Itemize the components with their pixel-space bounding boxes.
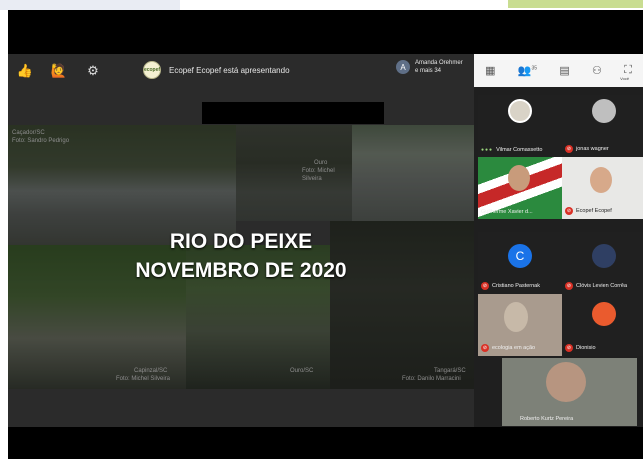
bottom-bar: [8, 427, 643, 459]
participant-face: [508, 165, 530, 191]
meeting-window: 👍 🙋 ⚙ ecopef Ecopef Ecopef está apresent…: [8, 10, 643, 459]
participant-video-tile[interactable]: ⊘ Ecopef Ecopef: [562, 157, 643, 219]
participant-name-text: Guilherme Xavier d...: [481, 209, 533, 215]
avatar: [592, 99, 616, 123]
participant-name: ⊘ ecologia em ação: [478, 344, 562, 352]
participant-name-text: Roberto Kurtz Pereira: [520, 416, 574, 422]
self-label: Você: [620, 76, 630, 81]
participant-name-text: Clóvis Levien Corrêa: [576, 283, 628, 289]
mic-off-icon: ⊘: [481, 344, 489, 352]
participant-face: [590, 167, 612, 193]
participant-face: [546, 362, 586, 402]
activities-glyph: ⚇: [592, 65, 602, 77]
participant-name-text: Ecopef Ecopef: [576, 208, 612, 214]
page-edge-decoration-left: [0, 0, 180, 10]
participant-face: [504, 302, 528, 332]
participant-name: ⊘ Dionisio: [562, 344, 643, 352]
speaking-indicator-icon: ●●●: [481, 147, 494, 153]
caption-location: Tangará/SC: [434, 368, 466, 374]
caption-credit: Foto: Sandro Pedrigo: [12, 138, 70, 144]
slide-title-line1: RIO DO PEIXE: [169, 230, 313, 253]
chat-glyph: ▤: [559, 65, 570, 77]
presenter-indicator: ecopef Ecopef Ecopef está apresentando: [143, 61, 290, 79]
participant-name: ●●● Vilmar Comassetto: [478, 147, 562, 153]
photo-caption: Foto: Michel Silveira: [116, 375, 170, 383]
participant-video-tile[interactable]: Guilherme Xavier d...: [478, 157, 562, 219]
shared-presentation: Caçador/SC Foto: Sandro Pedrigo Ouro Fot…: [8, 87, 474, 427]
page-edge-decoration-right: [508, 0, 643, 8]
mic-off-icon: ⊘: [565, 282, 573, 290]
thumbs-up-icon[interactable]: 👍: [8, 54, 42, 87]
participants-icon[interactable]: 👥35: [518, 64, 537, 77]
avatar: [592, 302, 616, 326]
caption-location: Ouro: [314, 160, 328, 166]
mic-off-icon: ⊘: [565, 145, 573, 153]
participant-name-text: Dionisio: [576, 345, 596, 351]
presenter-logo: ecopef: [143, 61, 161, 79]
meeting-toolbar: 👍 🙋 ⚙ ecopef Ecopef Ecopef está apresent…: [8, 54, 643, 87]
participant-tile[interactable]: ⊘ jonas wagner: [562, 95, 643, 157]
participant-name: Guilherme Xavier d...: [478, 209, 562, 215]
participant-name-text: jonas wagner: [576, 146, 609, 152]
avatar: C: [508, 244, 532, 268]
slide-title: RIO DO PEIXE NOVEMBRO DE 2020: [8, 227, 474, 285]
participants-glyph: 👥: [517, 65, 532, 77]
activities-icon[interactable]: ⚇: [592, 64, 602, 77]
photo-caption: Ouro: [314, 159, 327, 167]
fullscreen-icon[interactable]: ⛶ Você: [620, 64, 632, 81]
participant-name: ⊘ Cristiano Pasternak: [478, 282, 562, 290]
slide-title-line2: NOVEMBRO DE 2020: [135, 259, 347, 282]
mic-off-icon: ⊘: [481, 282, 489, 290]
participant-tile[interactable]: ⊘ Dionisio: [562, 294, 643, 356]
participant-video-tile[interactable]: ⊘ ecologia em ação: [478, 294, 562, 356]
river-photo-rocks: [352, 125, 474, 221]
toolbar-right-actions: ▦ 👥35 ▤ ⚇ ⛶ Você: [474, 54, 643, 87]
raise-hand-icon[interactable]: 🙋: [42, 54, 76, 87]
river-photo-ouro: Ouro Foto: Michel Silveira: [236, 125, 352, 221]
participant-name: ⊘ jonas wagner: [562, 145, 643, 153]
avatar: [508, 99, 532, 123]
participant-name: ⊘ Clóvis Levien Corrêa: [562, 282, 643, 290]
participant-name: Roberto Kurtz Pereira: [502, 416, 637, 422]
caption-credit: Foto: Michel Silveira: [116, 376, 171, 382]
participant-video-tile[interactable]: Roberto Kurtz Pereira: [502, 358, 637, 426]
photo-caption: Foto: Danilo Marracini: [402, 375, 461, 383]
participant-name: ⊘ Ecopef Ecopef: [562, 207, 643, 215]
participant-tile[interactable]: ⊘ Clóvis Levien Corrêa: [562, 232, 643, 294]
settings-icon[interactable]: ⚙: [76, 54, 110, 87]
chat-icon[interactable]: ▤: [559, 64, 569, 77]
photo-caption: Ouro/SC: [290, 367, 313, 375]
attendee-text: Amanda Orehmer e mais 34: [415, 59, 463, 75]
photo-caption: Foto: Michel Silveira: [302, 167, 352, 183]
grid-layout-glyph: ▦: [485, 65, 496, 77]
grid-layout-icon[interactable]: ▦: [485, 64, 495, 77]
photo-caption: Capinzal/SC: [134, 367, 167, 375]
caption-credit: Foto: Danilo Marracini: [402, 376, 461, 382]
attendee-name: Amanda Orehmer: [415, 60, 463, 66]
caption-location: Ouro/SC: [290, 368, 314, 374]
mic-off-icon: ⊘: [565, 207, 573, 215]
avatar: [592, 244, 616, 268]
caption-credit: Foto: Michel Silveira: [302, 168, 335, 182]
mic-off-icon: ⊘: [565, 344, 573, 352]
fullscreen-glyph: ⛶: [624, 64, 632, 76]
reaction-buttons: 👍 🙋 ⚙: [8, 54, 110, 87]
photo-caption: Tangará/SC: [434, 367, 466, 375]
participant-tile[interactable]: ●●● Vilmar Comassetto: [478, 95, 562, 157]
participant-name-text: Vilmar Comassetto: [496, 147, 543, 153]
photo-caption: Caçador/SC Foto: Sandro Pedrigo: [12, 129, 69, 145]
participant-name-text: ecologia em ação: [492, 345, 536, 351]
attendee-summary[interactable]: A Amanda Orehmer e mais 34: [396, 59, 463, 75]
attendee-more: e mais 34: [415, 68, 442, 74]
participants-count: 35: [531, 65, 538, 72]
participant-name-text: Cristiano Pasternak: [492, 283, 540, 289]
caption-location: Caçador/SC: [12, 130, 45, 136]
caption-location: Capinzal/SC: [134, 368, 168, 374]
participants-panel: ●●● Vilmar Comassetto ⊘ jonas wagner Guilh…: [474, 87, 643, 427]
avatar: A: [396, 60, 410, 74]
presenter-text: Ecopef Ecopef está apresentando: [169, 65, 290, 75]
participant-tile[interactable]: C ⊘ Cristiano Pasternak: [478, 232, 562, 294]
redaction-bar: [202, 102, 384, 124]
